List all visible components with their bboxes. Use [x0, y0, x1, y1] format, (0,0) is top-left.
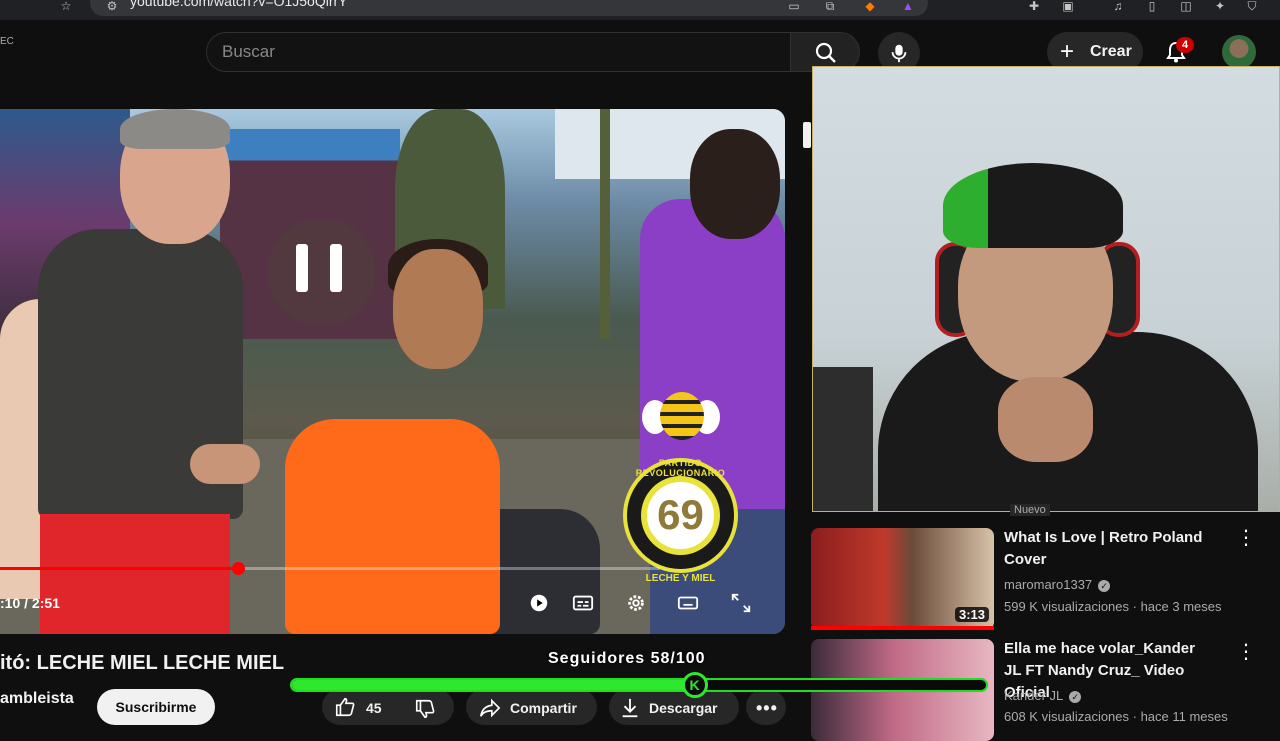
video-scene-person [690, 129, 780, 239]
subtitles-icon[interactable] [572, 592, 594, 614]
seek-bar-handle[interactable] [231, 562, 245, 575]
party-logo-number: 69 [657, 491, 704, 538]
recommendation-title[interactable]: What Is Love | Retro Poland Cover [1004, 527, 1209, 571]
party-logo-top-text: PARTIDO REVOLUCIONARIO [635, 458, 726, 478]
vpn-icon[interactable]: ⛉ [1244, 0, 1260, 12]
pause-icon [330, 244, 342, 292]
more-options-icon[interactable]: ⋮ [1236, 528, 1256, 548]
rewards-icon[interactable]: ▲ [900, 0, 916, 12]
verified-check-icon: ✓ [1098, 579, 1111, 592]
video-scene-person [40, 514, 230, 634]
kick-logo-icon: K [681, 672, 708, 698]
recommendation-meta: 608 K visualizaciones · hace 11 meses [1004, 709, 1228, 724]
search-placeholder: Buscar [222, 42, 275, 61]
video-scene-person [393, 249, 483, 369]
time-display: :10 / 2:51 [0, 595, 60, 611]
search-icon [815, 42, 836, 63]
streamer-webcam [812, 66, 1280, 512]
plus-icon: + [1060, 38, 1075, 65]
recommendation-channel[interactable]: Kander JL ✓ [1004, 688, 1082, 703]
recommendation-meta: 599 K visualizaciones · hace 3 meses [1004, 599, 1222, 614]
webcam-scene-person [943, 163, 1123, 248]
download-icon [622, 698, 638, 718]
site-settings-icon[interactable]: ⚙ [104, 0, 120, 12]
install-icon[interactable]: ▭ [786, 0, 802, 12]
extensions-icon[interactable]: ✚ [1026, 0, 1042, 12]
create-label: Crear [1090, 43, 1132, 60]
webcam-scene-person [998, 377, 1093, 462]
settings-gear-icon[interactable] [625, 592, 647, 614]
pin-icon[interactable]: ✦ [1212, 0, 1228, 12]
video-scene-person [285, 419, 500, 634]
video-title: itó: LECHE MIEL LECHE MIEL [0, 652, 285, 674]
thumbs-down-icon[interactable] [414, 698, 436, 720]
recommendation-channel[interactable]: maromaro1337 ✓ [1004, 577, 1111, 592]
notification-badge: 4 [1176, 37, 1194, 53]
new-badge: Nuevo [1010, 504, 1050, 516]
video-scene-pole [600, 109, 610, 339]
channel-name[interactable]: ambleista [0, 690, 74, 708]
country-code: EC [0, 36, 14, 47]
more-options-icon[interactable]: ⋮ [1236, 642, 1256, 662]
screenshot-icon[interactable]: ◫ [1178, 0, 1194, 12]
watched-progress-bar [811, 626, 994, 630]
pause-icon [296, 244, 308, 292]
autoplay-icon[interactable] [528, 592, 550, 614]
url-text[interactable]: youtube.com/watch?v=O1J5oQirrY [130, 0, 348, 9]
sidebar-toggle-icon[interactable]: ▯ [1144, 0, 1160, 12]
video-duration: 3:13 [955, 607, 990, 622]
more-horizontal-icon: ••• [756, 698, 778, 718]
channel-name: maromaro1337 [1004, 577, 1093, 592]
followers-goal-label: Seguidores 58/100 [548, 650, 706, 667]
media-icon[interactable]: ♫ [1110, 0, 1126, 12]
pause-button[interactable] [267, 218, 375, 326]
followers-goal-fill [292, 680, 695, 690]
video-scene-person [120, 109, 230, 149]
webcam-scene-shelf [813, 367, 873, 511]
brave-shield-icon[interactable]: ◆ [862, 0, 878, 12]
fullscreen-icon[interactable] [730, 592, 752, 614]
verified-check-icon: ✓ [1069, 690, 1082, 703]
share-page-icon[interactable]: ⧉ [822, 0, 838, 12]
video-scene-handshake [190, 444, 260, 484]
search-input[interactable] [206, 32, 790, 72]
share-icon [480, 698, 501, 718]
microphone-icon [891, 44, 907, 63]
thumbs-up-icon[interactable] [334, 696, 356, 718]
theater-mode-icon[interactable] [677, 592, 699, 614]
download-label: Descargar [649, 700, 718, 716]
channel-name: Kander JL [1004, 688, 1064, 703]
avatar[interactable] [1222, 35, 1256, 69]
like-count: 45 [366, 700, 382, 716]
seek-bar-played [0, 567, 238, 570]
share-label: Compartir [510, 700, 577, 716]
bee-icon [660, 392, 704, 440]
chip-edge [803, 122, 811, 148]
reading-list-icon[interactable]: ▣ [1060, 0, 1076, 12]
party-logo-bottom-text: LECHE Y MIEL [645, 573, 716, 584]
bookmark-icon[interactable]: ☆ [58, 0, 74, 12]
